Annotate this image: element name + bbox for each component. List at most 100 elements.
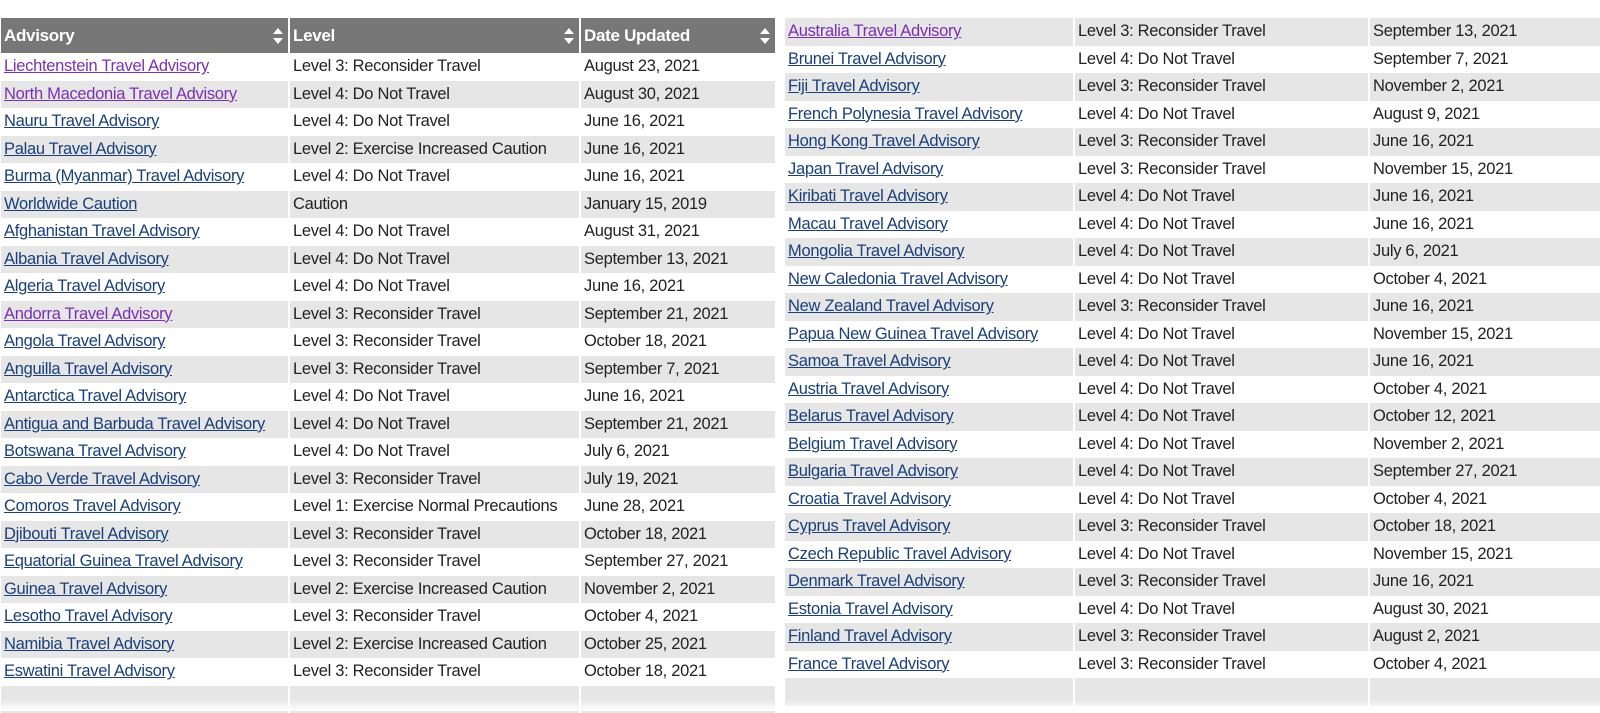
advisory-cell: Guinea Travel Advisory <box>1 576 290 604</box>
advisory-link[interactable]: Cyprus Travel Advisory <box>788 517 950 535</box>
advisory-cell: Comoros Travel Advisory <box>1 493 290 521</box>
table-row: Belgium Travel Advisory Level 4: Do Not T… <box>785 431 1600 459</box>
date-updated-cell: September 7, 2021 <box>581 356 775 384</box>
date-updated-cell: June 16, 2021 <box>1370 568 1600 596</box>
advisory-link[interactable]: Belarus Travel Advisory <box>788 407 954 425</box>
advisory-link[interactable]: Denmark Travel Advisory <box>788 572 965 590</box>
advisory-link[interactable]: Anguilla Travel Advisory <box>4 360 172 378</box>
table-row: France Travel Advisory Level 3: Reconside… <box>785 651 1600 679</box>
level-cell: Level 2: Exercise Increased Caution <box>290 576 581 604</box>
advisory-link[interactable]: Andorra Travel Advisory <box>4 305 172 323</box>
table-row: New Caledonia Travel AdvisoryLevel 4: Do… <box>785 266 1600 294</box>
advisory-cell: Brunei Travel Advisory <box>785 46 1075 74</box>
column-header-advisory[interactable]: Advisory <box>1 18 290 53</box>
advisory-link[interactable]: Nauru Travel Advisory <box>4 112 159 130</box>
advisory-link[interactable]: Liechtenstein Travel Advisory <box>4 57 209 75</box>
advisory-link[interactable]: New Caledonia Travel Advisory <box>788 270 1008 288</box>
advisory-link[interactable]: Guinea Travel Advisory <box>4 580 167 598</box>
advisory-cell: Cabo Verde Travel Advisory <box>1 466 290 494</box>
table-row: Fiji Travel AdvisoryLevel 3: Reconsider … <box>785 73 1600 101</box>
advisory-link[interactable]: Comoros Travel Advisory <box>4 497 181 515</box>
advisory-link[interactable]: Afghanistan Travel Advisory <box>4 222 200 240</box>
advisory-link[interactable]: France Travel Advisory <box>788 655 949 673</box>
advisory-link[interactable]: Angola Travel Advisory <box>4 332 165 350</box>
table-row: Eswatini Travel AdvisoryLevel 3: Reconsi… <box>1 658 775 686</box>
advisory-link[interactable]: Fiji Travel Advisory <box>788 77 920 95</box>
table-row: Bulgaria Travel Advisory Level 4: Do Not … <box>785 458 1600 486</box>
level-cell: Level 4: Do Not Travel <box>1075 183 1370 211</box>
advisory-cell: New Caledonia Travel Advisory <box>785 266 1075 294</box>
advisory-link[interactable]: Djibouti Travel Advisory <box>4 525 168 543</box>
advisory-link[interactable]: Antarctica Travel Advisory <box>4 387 186 405</box>
table-row: Palau Travel Advisory Level 2: Exercise I… <box>1 136 775 164</box>
advisory-link[interactable]: Samoa Travel Advisory <box>788 352 950 370</box>
advisory-link[interactable]: Austria Travel Advisory <box>788 380 949 398</box>
date-updated-cell: June 16, 2021 <box>1370 348 1600 376</box>
sort-icon[interactable] <box>272 26 284 46</box>
advisory-cell: Angola Travel Advisory <box>1 328 290 356</box>
advisory-cell: Finland Travel Advisory <box>785 623 1075 651</box>
table-row: Austria Travel AdvisoryLevel 4: Do Not T… <box>785 376 1600 404</box>
table-row: Czech Republic Travel AdvisoryLevel 4: D… <box>785 541 1600 569</box>
level-cell: Level 3: Reconsider Travel <box>290 356 581 384</box>
advisory-link[interactable]: Albania Travel Advisory <box>4 250 169 268</box>
advisory-link[interactable]: North Macedonia Travel Advisory <box>4 85 237 103</box>
date-updated-cell: June 16, 2021 <box>1370 128 1600 156</box>
advisory-link[interactable]: Mongolia Travel Advisory <box>788 242 964 260</box>
advisory-link[interactable]: Equatorial Guinea Travel Advisory <box>4 552 243 570</box>
advisory-link[interactable]: New Zealand Travel Advisory <box>788 297 994 315</box>
date-updated-cell: June 16, 2021 <box>581 163 775 191</box>
sort-icon[interactable] <box>759 26 771 46</box>
advisory-link[interactable]: Croatia Travel Advisory <box>788 490 951 508</box>
level-cell: Level 4: Do Not Travel <box>1075 596 1370 624</box>
sort-icon[interactable] <box>563 26 575 46</box>
advisory-link[interactable]: Australia Travel Advisory <box>788 22 961 40</box>
advisory-link[interactable]: Czech Republic Travel Advisory <box>788 545 1011 563</box>
advisory-link[interactable]: Botswana Travel Advisory <box>4 442 186 460</box>
advisory-cell: Denmark Travel Advisory <box>785 568 1075 596</box>
advisory-cell: Worldwide Caution <box>1 191 290 219</box>
level-cell: Level 4: Do Not Travel <box>1075 238 1370 266</box>
advisory-link[interactable]: Macau Travel Advisory <box>788 215 948 233</box>
advisory-link[interactable]: Belgium Travel Advisory <box>788 435 957 453</box>
level-cell: Level 4: Do Not Travel <box>1075 403 1370 431</box>
advisory-link[interactable]: Palau Travel Advisory <box>4 140 156 158</box>
advisory-cell: Japan Travel Advisory <box>785 156 1075 184</box>
column-header-level[interactable]: Level <box>290 18 581 53</box>
level-cell: Level 3: Reconsider Travel <box>1075 568 1370 596</box>
advisory-link[interactable]: Brunei Travel Advisory <box>788 50 946 68</box>
advisory-link[interactable]: Papua New Guinea Travel Advisory <box>788 325 1038 343</box>
advisory-cell: Austria Travel Advisory <box>785 376 1075 404</box>
advisory-link[interactable]: Namibia Travel Advisory <box>4 635 174 653</box>
advisory-link[interactable]: French Polynesia Travel Advisory <box>788 105 1022 123</box>
level-cell: Level 2: Exercise Increased Caution <box>290 136 581 164</box>
advisory-link[interactable]: Antigua and Barbuda Travel Advisory <box>4 415 265 433</box>
advisory-cell: Antigua and Barbuda Travel Advisory <box>1 411 290 439</box>
advisory-link[interactable]: Japan Travel Advisory <box>788 160 943 178</box>
advisory-link[interactable]: Finland Travel Advisory <box>788 627 952 645</box>
advisory-link[interactable]: Worldwide Caution <box>4 195 137 213</box>
advisory-link[interactable]: Eswatini Travel Advisory <box>4 662 175 680</box>
date-updated-cell: August 2, 2021 <box>1370 623 1600 651</box>
column-header-date-updated[interactable]: Date Updated <box>581 18 775 53</box>
level-cell: Level 3: Reconsider Travel <box>1075 156 1370 184</box>
level-cell: Level 4: Do Not Travel <box>1075 458 1370 486</box>
table-row: Djibouti Travel AdvisoryLevel 3: Reconsi… <box>1 521 775 549</box>
advisory-link[interactable]: Burma (Myanmar) Travel Advisory <box>4 167 244 185</box>
advisory-link[interactable]: Cabo Verde Travel Advisory <box>4 470 200 488</box>
table-row: Andorra Travel AdvisoryLevel 3: Reconsid… <box>1 301 775 329</box>
level-cell: Level 3: Reconsider Travel <box>1075 651 1370 679</box>
advisory-link[interactable]: Bulgaria Travel Advisory <box>788 462 958 480</box>
table-row: Macau Travel AdvisoryLevel 4: Do Not Tra… <box>785 211 1600 239</box>
table-row: Samoa Travel AdvisoryLevel 4: Do Not Tra… <box>785 348 1600 376</box>
advisory-link[interactable]: Kiribati Travel Advisory <box>788 187 948 205</box>
table-row: Japan Travel Advisory Level 3: Reconsider… <box>785 156 1600 184</box>
level-cell: Level 3: Reconsider Travel <box>1075 128 1370 156</box>
advisory-link[interactable]: Lesotho Travel Advisory <box>4 607 172 625</box>
advisory-link[interactable]: Estonia Travel Advisory <box>788 600 953 618</box>
table-row: Antigua and Barbuda Travel AdvisoryLevel… <box>1 411 775 439</box>
advisory-link[interactable]: Hong Kong Travel Advisory <box>788 132 980 150</box>
advisory-link[interactable]: Algeria Travel Advisory <box>4 277 165 295</box>
table-row: Estonia Travel Advisory Level 4: Do Not T… <box>785 596 1600 624</box>
level-cell: Level 4: Do Not Travel <box>1075 431 1370 459</box>
